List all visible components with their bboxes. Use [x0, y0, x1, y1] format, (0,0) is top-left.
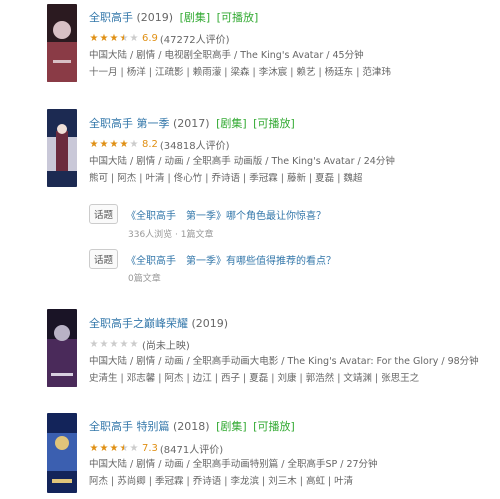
result-title-line: 全职高手 (2019) [剧集] [可播放] — [89, 9, 258, 25]
poster-image[interactable] — [47, 309, 77, 387]
rating-score: 8.2 — [142, 139, 158, 150]
star-icon: ★ — [89, 138, 99, 150]
topic-row: 话题 《全职高手 第一季》有哪些值得推荐的看点？ — [89, 249, 336, 269]
rating-score: 7.3 — [142, 443, 158, 454]
meta-cast: 史清生 | 邓志馨 | 阿杰 | 边江 | 西子 | 夏磊 | 刘康 | 郭浩然… — [89, 373, 420, 384]
rating-count: (47272人评价) — [159, 35, 230, 46]
result-title-link[interactable]: 全职高手 — [89, 11, 133, 24]
star-icon: ★ — [89, 32, 99, 44]
result-title-line: 全职高手 特别篇 (2018) [剧集] [可播放] — [89, 418, 295, 434]
tag-playable[interactable]: [可播放] — [253, 420, 295, 433]
star-empty-icon: ★ — [109, 338, 119, 350]
star-empty-icon: ★ — [129, 138, 139, 150]
meta-genres: 中国大陆 / 剧情 / 动画 / 全职高手动画大电影 / The King's … — [89, 356, 479, 367]
rating-line: ★ ★ ★ ★ ★ 6.9 (47272人评价) — [89, 31, 230, 46]
topic-stats: 336人浏览 · 1篇文章 — [128, 230, 214, 240]
tag-series[interactable]: [剧集] — [216, 117, 247, 130]
poster-image[interactable] — [47, 4, 77, 82]
tag-series[interactable]: [剧集] — [180, 11, 211, 24]
result-title-link[interactable]: 全职高手 第一季 — [89, 117, 170, 130]
rating-stars: ★ ★ ★ ★ ★ — [89, 32, 139, 44]
poster-image[interactable] — [47, 413, 77, 493]
rating-count: (34818人评价) — [159, 141, 230, 152]
result-title-line: 全职高手之巅峰荣耀 (2019) — [89, 315, 228, 331]
star-icon: ★ — [99, 442, 109, 454]
poster-art — [47, 109, 77, 187]
star-icon: ★ — [99, 138, 109, 150]
star-empty-icon: ★ — [89, 338, 99, 350]
result-year: (2017) — [173, 117, 210, 130]
rating-stars: ★ ★ ★ ★ ★ — [89, 338, 139, 350]
result-year: (2018) — [173, 420, 210, 433]
star-empty-icon: ★ — [129, 32, 139, 44]
release-status: (尚未上映) — [142, 341, 190, 352]
rating-stars: ★ ★ ★ ★ ★ — [89, 442, 139, 454]
result-meta: 中国大陆 / 剧情 / 电视剧全职高手 / The King's Avatar … — [89, 47, 494, 81]
topic-title-link[interactable]: 《全职高手 第一季》有哪些值得推荐的看点？ — [126, 256, 336, 267]
result-meta: 中国大陆 / 剧情 / 动画 / 全职高手动画特别篇 / 全职高手SP / 27… — [89, 456, 494, 490]
result-year: (2019) — [136, 11, 174, 24]
star-icon: ★ — [109, 442, 119, 454]
rating-line: ★ ★ ★ ★ ★ 7.3 (8471人评价) — [89, 441, 224, 456]
rating-line: ★ ★ ★ ★ ★ 8.2 (34818人评价) — [89, 137, 230, 152]
star-empty-icon: ★ — [119, 338, 129, 350]
star-icon: ★ — [89, 442, 99, 454]
meta-genres: 中国大陆 / 剧情 / 电视剧全职高手 / The King's Avatar … — [89, 50, 364, 61]
star-empty-icon: ★ — [99, 338, 109, 350]
result-meta: 中国大陆 / 剧情 / 动画 / 全职高手动画大电影 / The King's … — [89, 353, 494, 387]
meta-cast: 阿杰 | 苏尚卿 | 季冠霖 | 乔诗语 | 李龙滨 | 刘三木 | 高虹 | … — [89, 476, 354, 487]
topic-row: 话题 《全职高手 第一季》哪个角色最让你惊喜？ — [89, 204, 326, 224]
result-year: (2019) — [191, 317, 229, 330]
rating-stars: ★ ★ ★ ★ ★ — [89, 138, 139, 150]
star-half-icon: ★ — [119, 442, 129, 454]
star-icon: ★ — [99, 32, 109, 44]
rating-count: (8471人评价) — [159, 445, 224, 456]
star-empty-icon: ★ — [129, 338, 139, 350]
tag-playable[interactable]: [可播放] — [253, 117, 295, 130]
rating-line: ★ ★ ★ ★ ★ (尚未上映) — [89, 337, 190, 352]
tag-series[interactable]: [剧集] — [216, 420, 247, 433]
topic-title-link[interactable]: 《全职高手 第一季》哪个角色最让你惊喜？ — [126, 211, 326, 222]
result-title-link[interactable]: 全职高手之巅峰荣耀 — [89, 317, 188, 330]
star-icon: ★ — [109, 32, 119, 44]
meta-genres: 中国大陆 / 剧情 / 动画 / 全职高手动画特别篇 / 全职高手SP / 27… — [89, 459, 378, 470]
star-half-icon: ★ — [119, 32, 129, 44]
poster-art — [47, 413, 77, 493]
tag-playable[interactable]: [可播放] — [217, 11, 259, 24]
rating-score: 6.9 — [142, 33, 158, 44]
meta-cast: 熊可 | 阿杰 | 叶清 | 佟心竹 | 乔诗语 | 季冠霖 | 藤新 | 夏磊… — [89, 173, 363, 184]
topic-stats: 0篇文章 — [128, 274, 161, 284]
result-meta: 中国大陆 / 剧情 / 动画 / 全职高手 动画版 / The King's A… — [89, 153, 494, 187]
poster-image[interactable] — [47, 109, 77, 187]
topic-badge[interactable]: 话题 — [89, 204, 119, 224]
meta-genres: 中国大陆 / 剧情 / 动画 / 全职高手 动画版 / The King's A… — [89, 156, 395, 167]
topic-badge[interactable]: 话题 — [89, 249, 119, 269]
result-title-link[interactable]: 全职高手 特别篇 — [89, 420, 170, 433]
poster-art — [47, 309, 77, 387]
result-title-line: 全职高手 第一季 (2017) [剧集] [可播放] — [89, 115, 295, 131]
poster-art — [47, 4, 77, 82]
meta-cast: 十一月 | 杨洋 | 江疏影 | 赖雨濛 | 梁森 | 李沐宸 | 赖艺 | 杨… — [89, 67, 391, 78]
star-icon: ★ — [119, 138, 129, 150]
star-empty-icon: ★ — [129, 442, 139, 454]
star-icon: ★ — [109, 138, 119, 150]
